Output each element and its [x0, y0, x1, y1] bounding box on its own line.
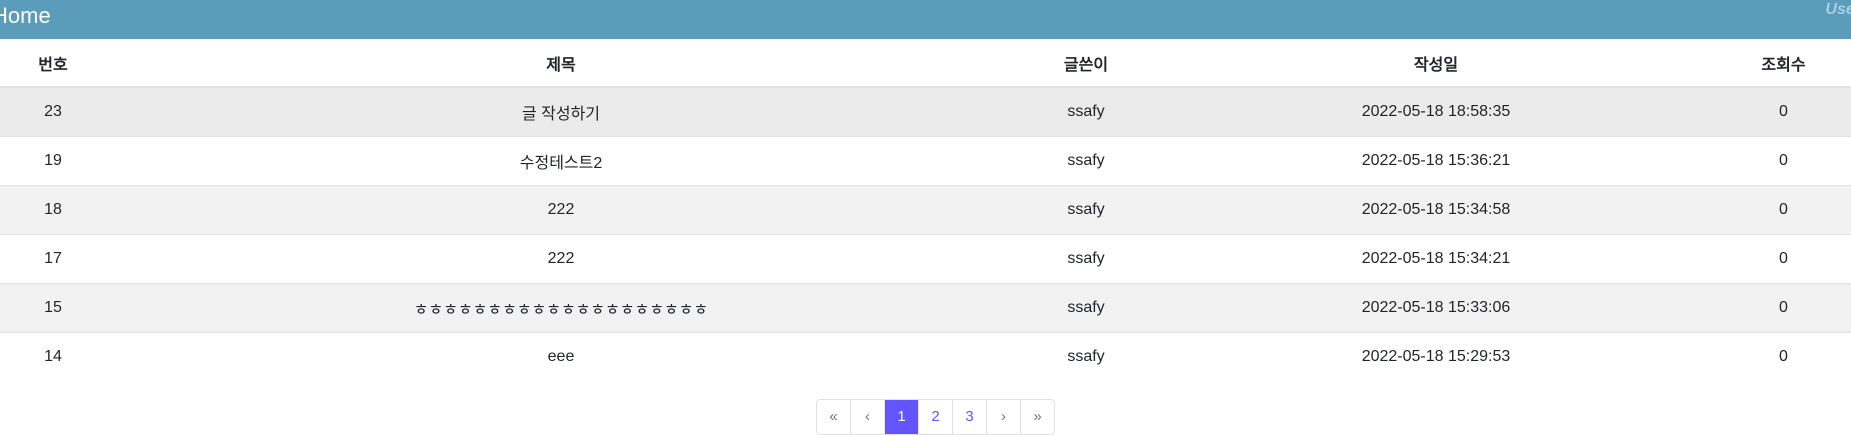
board-table: 번호 제목 글쓴이 작성일 조회수 23 글 작성하기 ssafy 2022-05-1… [0, 39, 1851, 381]
page-3-button[interactable]: 3 [952, 400, 986, 434]
table-row[interactable]: 19 수정테스트2 ssafy 2022-05-18 15:36:21 0 [0, 136, 1851, 186]
next-page-button[interactable]: › [986, 400, 1020, 434]
cell-number: 19 [44, 152, 62, 169]
cell-title[interactable]: 글 작성하기 [106, 87, 1016, 137]
first-page-button[interactable]: « [817, 400, 850, 434]
cell-views: 0 [1779, 250, 1788, 267]
cell-views: 0 [1779, 299, 1788, 316]
col-number: 번호 [0, 39, 106, 88]
cell-author: ssafy [1067, 299, 1105, 316]
cell-title[interactable]: 222 [106, 235, 1016, 284]
cell-number: 17 [44, 250, 62, 267]
cell-number: 15 [44, 299, 62, 316]
cell-number: 23 [44, 103, 62, 120]
table-header-row: 번호 제목 글쓴이 작성일 조회수 [0, 39, 1851, 88]
cell-date: 2022-05-18 15:33:06 [1361, 299, 1511, 316]
table-row[interactable]: 18 222 ssafy 2022-05-18 15:34:58 0 [0, 185, 1851, 235]
cell-author: ssafy [1067, 348, 1105, 365]
page-2-button[interactable]: 2 [918, 400, 952, 434]
cell-author: ssafy [1067, 152, 1105, 169]
table-row[interactable]: 14 eee ssafy 2022-05-18 15:29:53 0 [0, 332, 1851, 382]
col-date: 작성일 [1156, 39, 1716, 88]
cell-title[interactable]: eee [106, 333, 1016, 382]
cell-title[interactable]: 222 [106, 186, 1016, 235]
table-row[interactable]: 15 ㅎㅎㅎㅎㅎㅎㅎㅎㅎㅎㅎㅎㅎㅎㅎㅎㅎㅎㅎㅎ ssafy 2022-05-18 15… [0, 283, 1851, 333]
table-row[interactable]: 17 222 ssafy 2022-05-18 15:34:21 0 [0, 234, 1851, 284]
top-navbar: Home User [0, 0, 1851, 39]
cell-number: 18 [44, 201, 62, 218]
cell-author: ssafy [1067, 103, 1105, 120]
cell-date: 2022-05-18 18:58:35 [1361, 103, 1511, 120]
user-link[interactable]: User [1825, 1, 1851, 19]
pagination: « ‹ 1 2 3 › » [816, 399, 1055, 435]
cell-views: 0 [1779, 103, 1788, 120]
col-views: 조회수 [1716, 39, 1851, 88]
cell-title[interactable]: 수정테스트2 [106, 137, 1016, 186]
prev-page-button[interactable]: ‹ [850, 400, 884, 434]
cell-author: ssafy [1067, 201, 1105, 218]
cell-views: 0 [1779, 201, 1788, 218]
cell-date: 2022-05-18 15:34:58 [1361, 201, 1511, 218]
cell-date: 2022-05-18 15:29:53 [1361, 348, 1511, 365]
home-link[interactable]: Home [0, 1, 51, 31]
cell-title[interactable]: ㅎㅎㅎㅎㅎㅎㅎㅎㅎㅎㅎㅎㅎㅎㅎㅎㅎㅎㅎㅎ [106, 284, 1016, 333]
col-author: 글쓴이 [1016, 39, 1156, 88]
cell-views: 0 [1779, 348, 1788, 365]
col-title: 제목 [106, 39, 1016, 88]
cell-number: 14 [44, 348, 62, 365]
table-row[interactable]: 23 글 작성하기 ssafy 2022-05-18 18:58:35 0 [0, 87, 1851, 137]
cell-date: 2022-05-18 15:34:21 [1361, 250, 1511, 267]
cell-date: 2022-05-18 15:36:21 [1361, 152, 1511, 169]
page-1-button[interactable]: 1 [884, 400, 918, 434]
cell-author: ssafy [1067, 250, 1105, 267]
last-page-button[interactable]: » [1020, 400, 1054, 434]
cell-views: 0 [1779, 152, 1788, 169]
